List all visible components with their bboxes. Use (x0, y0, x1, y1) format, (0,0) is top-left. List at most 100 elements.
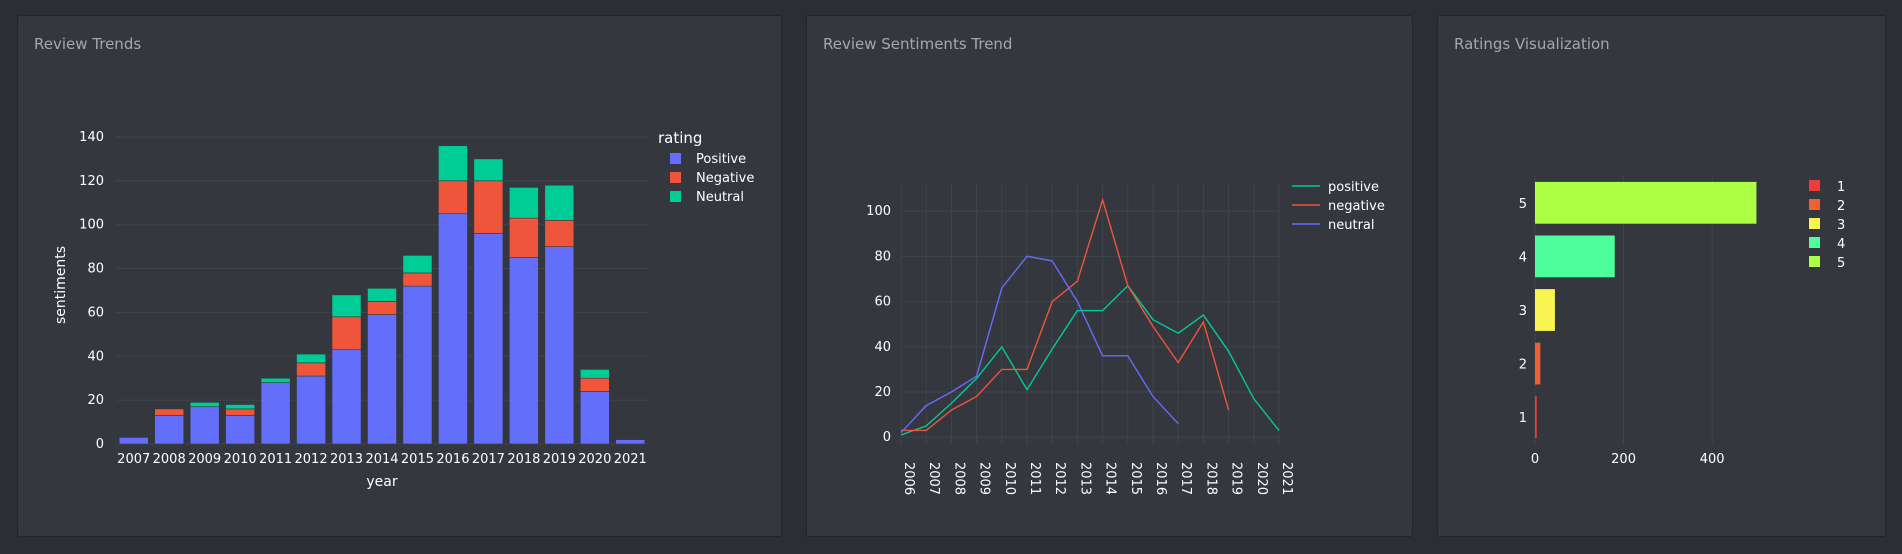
bar-segment (509, 187, 539, 219)
legend-label: 3 (1837, 218, 1845, 233)
bar-segment (402, 255, 433, 274)
series-line (900, 255, 1179, 434)
y-tick-label: 100 (866, 204, 891, 219)
bar-segment (402, 272, 433, 287)
legend-label: Neutral (696, 190, 744, 205)
x-tick-label: 2015 (401, 452, 434, 467)
bar-segment (544, 184, 575, 221)
bar-segment (225, 415, 255, 445)
x-tick-label: 2008 (951, 462, 966, 495)
x-tick-label: 2019 (543, 452, 576, 467)
bar-segment (331, 349, 362, 445)
x-tick-label: 2009 (977, 462, 992, 495)
y-tick-label: 80 (874, 249, 891, 264)
bar-segment (260, 382, 291, 445)
bar-segment (473, 158, 504, 182)
ratings-panel: Ratings Visualization 0 200 400 1 2 3 4 5 1 2 3 4 5 (1437, 15, 1886, 537)
y-tick-label: 100 (79, 218, 104, 233)
x-tick-label: 2019 (1229, 462, 1244, 495)
bar-segment (331, 294, 362, 318)
bar-segment (402, 285, 433, 445)
bar-segment (579, 377, 610, 392)
y-axis-title: sentiments (53, 246, 69, 324)
x-tick-label: 2014 (1103, 462, 1118, 495)
legend-swatch (670, 191, 681, 202)
x-tick-label: 2011 (1027, 462, 1042, 495)
legend-swatch (670, 153, 681, 164)
x-tick-label: 2007 (117, 452, 150, 467)
legend-label: 4 (1837, 237, 1845, 252)
y-tick-label: 60 (87, 305, 104, 320)
legend-swatch (1809, 180, 1820, 191)
x-tick-label: 2006 (901, 462, 916, 495)
y-tick-label: 1 (1519, 411, 1527, 426)
bar-segment (579, 369, 610, 379)
rating-bar (1535, 396, 1537, 439)
review-sentiments-panel: Review Sentiments Trend 2006 2007 2008 2009… (806, 15, 1413, 537)
legend-swatch (670, 172, 681, 183)
rating-bar (1535, 235, 1615, 278)
y-tick-label: 140 (79, 130, 104, 145)
bar-segment (544, 220, 575, 247)
legend-label: 5 (1837, 256, 1845, 271)
y-tick-label: 120 (79, 174, 104, 189)
bar-segment (473, 233, 504, 445)
y-tick-label: 60 (874, 295, 891, 310)
legend-label: Negative (696, 171, 754, 186)
y-tick-label: 0 (96, 437, 104, 452)
x-tick-label: 0 (1531, 452, 1539, 467)
x-tick-label: 400 (1700, 452, 1725, 467)
x-tick-label: 2012 (1052, 462, 1067, 495)
rating-bar (1535, 181, 1757, 224)
x-tick-label: 2009 (188, 452, 221, 467)
x-tick-label: 2021 (1279, 462, 1294, 495)
y-tick-label: 5 (1519, 197, 1527, 212)
legend-swatch (1809, 218, 1820, 229)
ratings-chart: 0 200 400 1 2 3 4 5 1 2 3 4 5 (1519, 176, 1845, 467)
series-line (900, 284, 1280, 436)
y-tick-label: 2 (1519, 358, 1527, 373)
bar-segment (331, 316, 362, 350)
bar-segment (154, 415, 185, 445)
bar-segment (544, 246, 575, 445)
bar-segment (296, 353, 326, 364)
bar-segment (438, 213, 468, 445)
x-tick-label: 2007 (926, 462, 941, 495)
x-tick-label: 2018 (1203, 462, 1218, 495)
x-tick-label: 2020 (578, 452, 611, 467)
bar-segment (473, 180, 504, 234)
rating-bar (1535, 289, 1555, 331)
bar-segment (367, 314, 397, 445)
review-trends-panel: Review Trends 0 20 40 60 80 100 120 140 2007 2008… (17, 15, 782, 537)
legend-label: positive (1328, 180, 1379, 195)
y-tick-label: 4 (1519, 250, 1527, 265)
x-tick-label: 2010 (224, 452, 257, 467)
y-tick-label: 80 (87, 262, 104, 277)
legend-label: 2 (1837, 199, 1845, 214)
bar-segment (189, 402, 220, 408)
bar-segment (615, 439, 646, 445)
x-tick-label: 2017 (472, 452, 505, 467)
y-tick-label: 3 (1519, 304, 1527, 319)
x-tick-label: 2020 (1254, 462, 1269, 495)
legend-label: neutral (1328, 218, 1375, 233)
legend-swatch (1809, 256, 1820, 267)
x-tick-label: 2013 (1077, 462, 1092, 495)
y-tick-label: 20 (87, 393, 104, 408)
x-tick-label: 2011 (259, 452, 292, 467)
y-tick-label: 20 (874, 385, 891, 400)
bar-segment (154, 408, 185, 416)
x-tick-label: 2010 (1002, 462, 1017, 495)
x-tick-label: 2016 (1153, 462, 1168, 495)
x-tick-label: 200 (1611, 452, 1636, 467)
legend-swatch (1809, 199, 1820, 210)
y-tick-label: 40 (874, 340, 891, 355)
rating-bar (1535, 342, 1541, 385)
x-tick-label: 2013 (330, 452, 363, 467)
x-tick-label: 2018 (507, 452, 540, 467)
review-sentiments-chart: 2006 2007 2008 2009 2010 2011 2012 2013 2014 2015… (866, 180, 1385, 495)
x-tick-label: 2012 (295, 452, 328, 467)
legend-label: Positive (696, 152, 746, 167)
x-tick-label: 2016 (436, 452, 469, 467)
x-tick-label: 2014 (365, 452, 398, 467)
